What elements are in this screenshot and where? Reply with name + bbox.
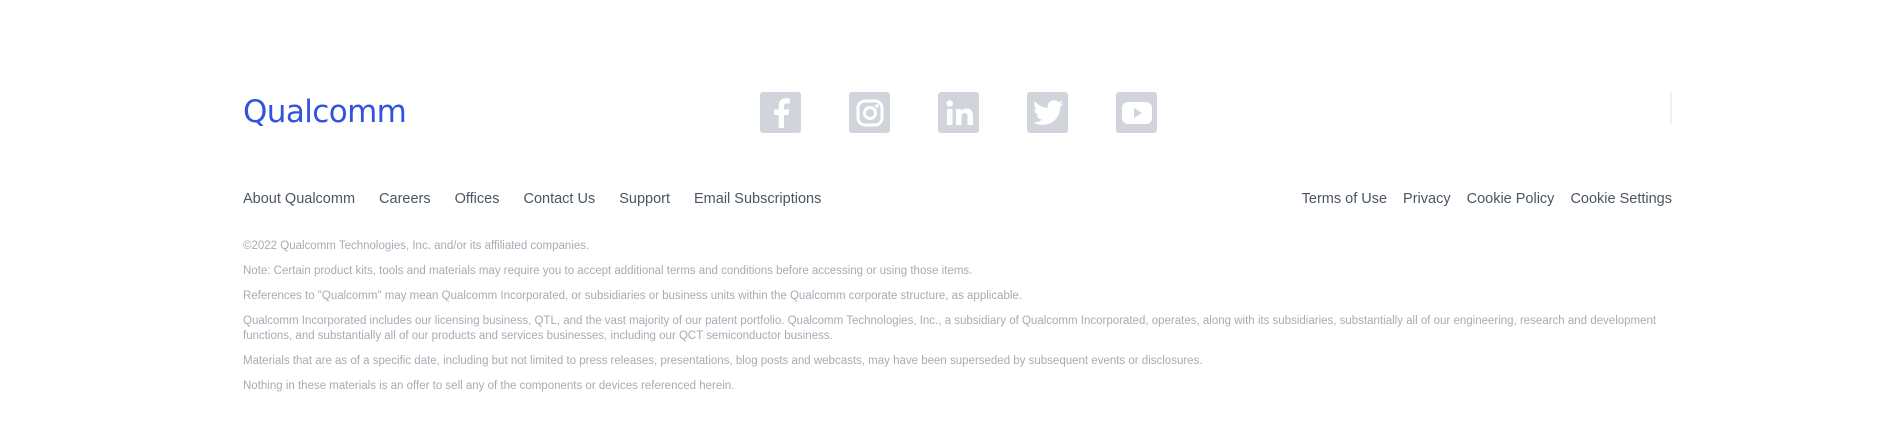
qct-text: Qualcomm Incorporated includes our licen…	[243, 315, 1657, 342]
terms-of-use-link[interactable]: Terms of Use	[1302, 190, 1387, 208]
cookie-settings-link[interactable]: Cookie Settings	[1570, 190, 1672, 208]
email-subscriptions-link[interactable]: Email Subscriptions	[694, 190, 821, 208]
twitter-icon	[1032, 99, 1063, 125]
twitter-link[interactable]	[1027, 92, 1068, 133]
linkedin-link[interactable]	[938, 92, 979, 133]
region-selector-button[interactable]	[1628, 92, 1672, 124]
offices-link[interactable]: Offices	[455, 190, 500, 208]
instagram-link[interactable]	[849, 92, 890, 133]
facebook-link[interactable]	[760, 92, 801, 133]
social-links	[760, 92, 1157, 133]
cookie-policy-link[interactable]: Cookie Policy	[1467, 190, 1555, 208]
careers-link[interactable]: Careers	[379, 190, 431, 208]
site-footer: Qualcomm About Qualcomm Careers Offices …	[0, 0, 1900, 439]
footer-nav-primary: About Qualcomm Careers Offices Contact U…	[243, 190, 821, 208]
references-text: References to "Qualcomm" may mean Qualco…	[243, 290, 1023, 302]
support-link[interactable]: Support	[619, 190, 670, 208]
materials-text: Materials that are as of a specific date…	[243, 355, 1203, 367]
linkedin-icon	[946, 99, 973, 125]
legal-disclaimers: ©2022 Qualcomm Technologies, Inc. and/or…	[243, 239, 1673, 404]
about-qualcomm-link[interactable]: About Qualcomm	[243, 190, 355, 208]
privacy-link[interactable]: Privacy	[1403, 190, 1451, 208]
offer-text: Nothing in these materials is an offer t…	[243, 380, 735, 392]
qualcomm-logo[interactable]: Qualcomm	[243, 95, 407, 129]
footer-nav-legal: Terms of Use Privacy Cookie Policy Cooki…	[1302, 190, 1672, 208]
facebook-icon	[773, 97, 790, 128]
youtube-link[interactable]	[1116, 92, 1157, 133]
copyright-text: ©2022 Qualcomm Technologies, Inc. and/or…	[243, 240, 590, 252]
note-text: Note: Certain product kits, tools and ma…	[243, 265, 973, 277]
contact-us-link[interactable]: Contact Us	[523, 190, 595, 208]
instagram-icon	[856, 99, 883, 126]
youtube-icon	[1121, 101, 1152, 124]
